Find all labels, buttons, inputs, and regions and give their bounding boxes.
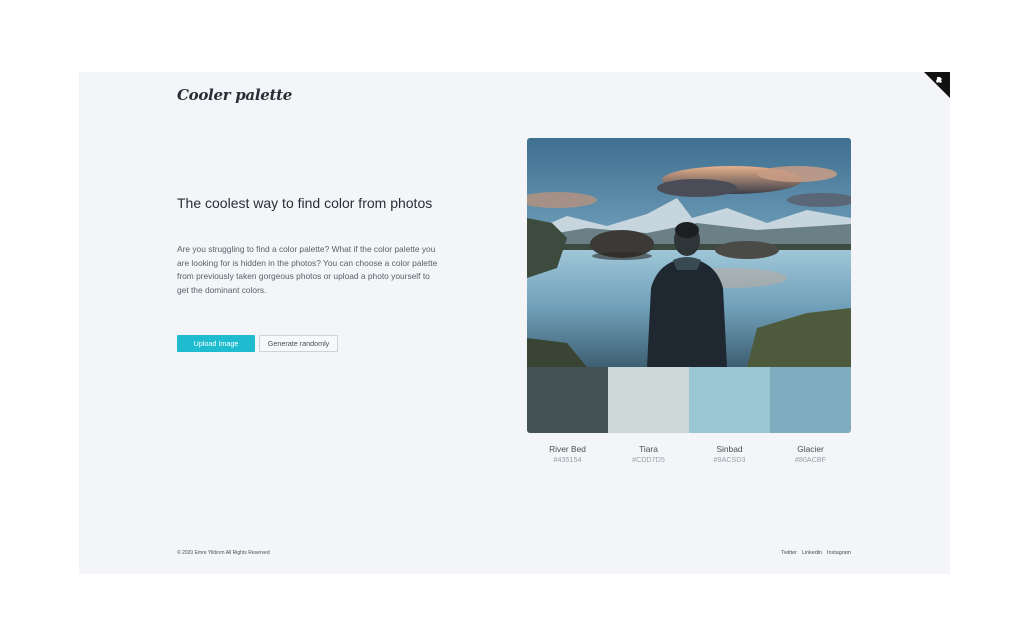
palette-labels: River Bed #435154 Tiara #CDD7D5 Sinbad #… <box>527 444 851 465</box>
palette-card <box>527 138 851 433</box>
color-hex[interactable]: #9ACSD3 <box>689 455 770 465</box>
swatch-label: River Bed #435154 <box>527 444 608 465</box>
color-name: Glacier <box>797 444 824 454</box>
color-name: Sinbad <box>716 444 743 454</box>
swatch-glacier[interactable] <box>770 367 851 433</box>
app-logo[interactable]: Cooler palette <box>177 86 292 104</box>
swatch-label: Tiara #CDD7D5 <box>608 444 689 465</box>
swatch-tiara[interactable] <box>608 367 689 433</box>
linkedin-link[interactable]: Linkedin <box>802 550 822 556</box>
palette-swatches <box>527 367 851 433</box>
upload-image-button[interactable]: Upload Image <box>177 335 255 352</box>
swatch-label: Sinbad #9ACSD3 <box>689 444 770 465</box>
instagram-link[interactable]: Instagram <box>827 550 851 556</box>
landscape-photo <box>527 138 851 367</box>
footer-links: Twitter Linkedin Instagram <box>781 550 851 556</box>
swatch-label: Glacier #80ACBF <box>770 444 851 465</box>
hero-description: Are you struggling to find a color palet… <box>177 244 438 295</box>
page-container: Cooler palette The coolest way to find c… <box>79 72 950 574</box>
color-name: River Bed <box>549 444 586 454</box>
color-hex[interactable]: #80ACBF <box>770 455 851 465</box>
color-name: Tiara <box>639 444 658 454</box>
color-hex[interactable]: #435154 <box>527 455 608 465</box>
footer-copyright: © 2020 Emre Yildırım All Rights Reserved <box>177 550 270 556</box>
hero-title: The coolest way to find color from photo… <box>177 195 433 211</box>
github-corner-icon[interactable] <box>924 72 950 98</box>
color-hex[interactable]: #CDD7D5 <box>608 455 689 465</box>
swatch-river-bed[interactable] <box>527 367 608 433</box>
swatch-sinbad[interactable] <box>689 367 770 433</box>
generate-randomly-button[interactable]: Generate randomly <box>259 335 338 352</box>
twitter-link[interactable]: Twitter <box>781 550 797 556</box>
